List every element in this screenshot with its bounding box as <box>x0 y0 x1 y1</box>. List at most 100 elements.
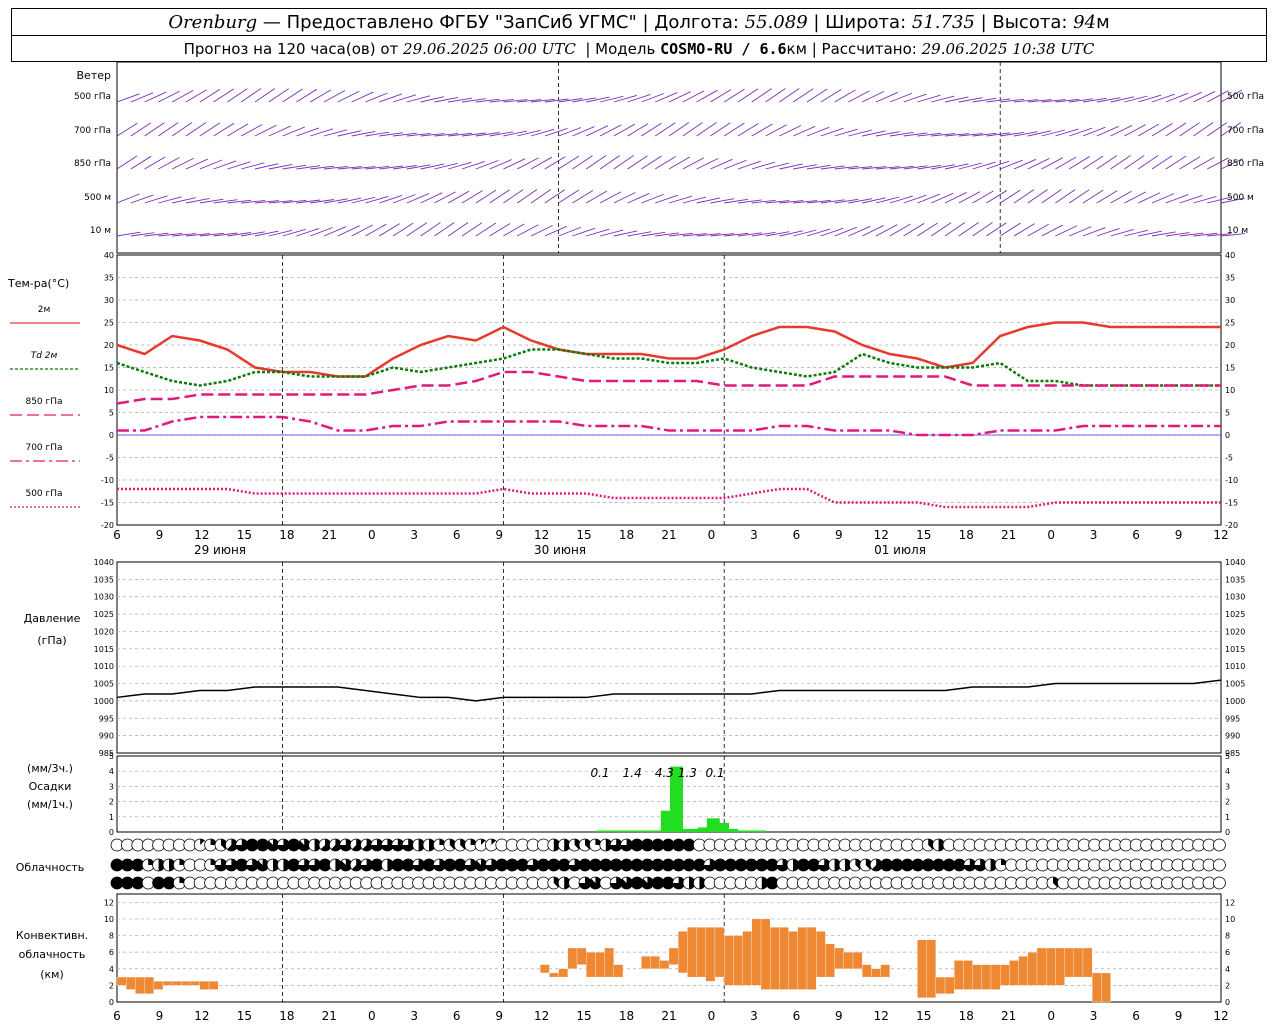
wind-barb <box>144 91 167 103</box>
temp-ytick-right: -15 <box>1225 499 1238 508</box>
temp-xtick: 21 <box>1001 528 1016 542</box>
pressure-ytick: 1010 <box>94 662 114 671</box>
wind-barb <box>903 194 927 204</box>
convective-bar <box>595 952 605 978</box>
wind-barb <box>1165 92 1189 103</box>
convective-bar <box>1009 960 1019 986</box>
wind-barb <box>1110 125 1133 137</box>
temp-xtick: 9 <box>156 528 164 542</box>
convective-bar <box>917 939 927 998</box>
temp-ytick: 20 <box>104 341 114 350</box>
precip-3h-label: 1.3 <box>678 766 697 780</box>
wind-barb <box>434 162 458 170</box>
temp-ytick: -20 <box>101 521 114 530</box>
conv-axis-label: Конвективн. <box>16 929 88 942</box>
wind-barb <box>1124 124 1146 137</box>
wind-barb <box>655 92 678 103</box>
pressure-ytick: 990 <box>99 732 114 741</box>
convective-bar <box>687 927 697 978</box>
conv-ytick-right: 0 <box>1225 998 1230 1007</box>
convective-bar <box>650 956 660 969</box>
wind-panel-title: Ветер <box>77 69 111 82</box>
conv-ytick-right: 6 <box>1225 948 1230 957</box>
conv-xtick: 6 <box>793 1009 801 1023</box>
temp-ytick-right: -10 <box>1225 476 1238 485</box>
conv-xtick: 9 <box>1175 1009 1183 1023</box>
precip-3h-label: 1.4 <box>623 766 642 780</box>
wind-barb <box>406 164 431 170</box>
conv-ytick: 10 <box>104 915 114 924</box>
wind-barb <box>1151 93 1175 103</box>
temp-xtick: 9 <box>1175 528 1183 542</box>
convective-bar <box>181 981 191 986</box>
pressure-ytick-right: 1030 <box>1225 593 1245 602</box>
convective-bar <box>567 947 578 969</box>
conv-ytick: 8 <box>109 932 114 941</box>
wind-barb <box>572 126 595 137</box>
convective-bar <box>816 931 826 978</box>
wind-barb <box>1041 129 1065 137</box>
pressure-ytick: 1005 <box>94 680 114 689</box>
conv-xtick: 0 <box>368 1009 376 1023</box>
conv-ytick-right: 12 <box>1225 898 1235 907</box>
temp-xtick: 12 <box>1213 528 1228 542</box>
wind-panel-frame <box>116 61 1222 254</box>
wind-barb <box>268 229 293 237</box>
wind-barb <box>158 90 181 103</box>
wind-barb <box>944 192 967 204</box>
convective-bar <box>126 976 136 990</box>
pressure-axis-label: Давление <box>24 612 81 625</box>
wind-barb <box>558 127 582 137</box>
convective-bar <box>162 981 173 986</box>
convective-bar <box>1064 947 1074 978</box>
convective-bar <box>806 927 817 990</box>
wind-barb <box>130 92 154 103</box>
precip-ytick-right: 4 <box>1225 767 1230 776</box>
wind-level-label: 500 гПа <box>74 92 111 102</box>
temp-xtick: 9 <box>495 528 503 542</box>
conv-xtick: 15 <box>916 1009 931 1023</box>
convective-bar <box>760 918 771 990</box>
temp-legend-label: 850 гПа <box>25 397 62 407</box>
temp-xtick: 15 <box>237 528 252 542</box>
temp-legend-label: 2м <box>38 305 51 315</box>
temp-xtick: 12 <box>534 528 549 542</box>
wind-barb <box>489 131 514 137</box>
pressure-ytick-right: 995 <box>1225 714 1240 723</box>
convective-bar <box>208 981 219 990</box>
convective-bar <box>733 935 743 986</box>
precip-3h-label: 4.3 <box>655 766 674 780</box>
wind-barb <box>1055 128 1079 137</box>
convective-bar <box>825 943 835 978</box>
wind-barb <box>448 161 472 170</box>
wind-barb <box>586 96 610 103</box>
wind-barb <box>1110 96 1135 103</box>
wind-barb <box>641 93 664 103</box>
temp-ytick: 10 <box>104 386 114 395</box>
wind-barb <box>406 193 430 204</box>
wind-barb <box>820 227 844 237</box>
conv-xtick: 15 <box>237 1009 252 1023</box>
temp-ytick-right: 10 <box>1225 386 1235 395</box>
wind-barb <box>503 158 526 170</box>
cloud-symbol <box>1213 838 1226 852</box>
wind-barb <box>434 191 456 204</box>
conv-ytick-right: 10 <box>1225 915 1235 924</box>
temp-xtick: 21 <box>661 528 676 542</box>
precip-ytick-right: 1 <box>1225 813 1230 822</box>
convective-bar <box>678 931 688 974</box>
convective-bar <box>1092 972 1102 1003</box>
convective-bar <box>843 952 854 969</box>
conv-ytick-right: 2 <box>1225 981 1230 990</box>
convective-bar <box>558 968 568 978</box>
wind-barb <box>889 223 911 237</box>
precip-ytick-right: 0 <box>1225 828 1230 837</box>
convective-bar <box>1036 947 1047 986</box>
meteogram-chart: Ветер 500 гПа 500 гПа 700 гПа 700 гПа 850 гПа… <box>7 61 1264 1023</box>
wind-barb <box>1138 94 1162 103</box>
pressure-ytick-right: 1005 <box>1225 680 1245 689</box>
temp-ytick: 25 <box>104 319 114 328</box>
wind-barb <box>972 190 994 204</box>
conv-xtick: 12 <box>194 1009 209 1023</box>
precip-axis-label: Осадки <box>29 780 72 793</box>
